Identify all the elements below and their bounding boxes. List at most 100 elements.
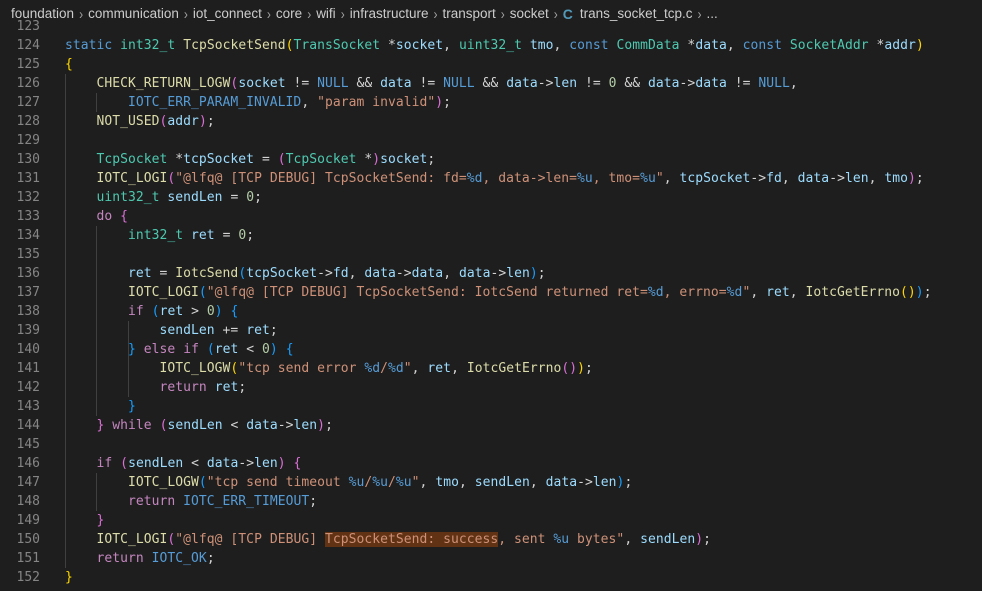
code-line[interactable]: 128 NOT_USED(addr);	[0, 112, 982, 131]
code-text: {	[65, 55, 73, 74]
code-line[interactable]: 134 int32_t ret = 0;	[0, 226, 982, 245]
code-line[interactable]: 130 TcpSocket *tcpSocket = (TcpSocket *)…	[0, 150, 982, 169]
token: sendLen	[167, 190, 223, 205]
token: IOTC_ERR_PARAM_INVALID	[128, 95, 302, 110]
code-line[interactable]: 123	[0, 17, 982, 36]
line-number: 129	[16, 133, 40, 148]
token: =	[254, 152, 278, 167]
code-text: IOTC_LOGI("@lfq@ [TCP DEBUG] TcpSocketSe…	[65, 169, 924, 188]
code-text: } while (sendLen < data->len);	[65, 416, 333, 435]
code-line[interactable]: 136 ret = IotcSend(tcpSocket->fd, data->…	[0, 264, 982, 283]
code-line[interactable]: 150 IOTC_LOGI("@lfq@ [TCP DEBUG] TcpSock…	[0, 530, 982, 549]
line-number: 133	[16, 209, 40, 224]
token: , sent	[498, 532, 554, 547]
code-line[interactable]: 127 IOTC_ERR_PARAM_INVALID, "param inval…	[0, 93, 982, 112]
line-number: 150	[16, 532, 40, 547]
code-line[interactable]: 141 IOTC_LOGW("tcp send error %d/%d", re…	[0, 359, 982, 378]
code-text: CHECK_RETURN_LOGW(socket != NULL && data…	[65, 74, 798, 93]
code-line[interactable]: 138 if (ret > 0) {	[0, 302, 982, 321]
code-line[interactable]: 125 {	[0, 55, 982, 74]
code-text: }	[65, 511, 105, 530]
token: ;	[309, 494, 318, 509]
token: 0	[206, 304, 215, 319]
code-editor[interactable]: 123 124 static int32_t TcpSocketSend(Trans…	[0, 17, 982, 591]
token: ,	[529, 475, 546, 490]
token: %d	[647, 285, 664, 300]
token: &&	[348, 76, 381, 91]
line-number: 132	[16, 190, 40, 205]
token: tmo	[884, 171, 908, 186]
token: ret	[128, 266, 152, 281]
token: ,	[624, 532, 641, 547]
token: data	[246, 418, 278, 433]
code-line[interactable]: 126 CHECK_RETURN_LOGW(socket != NULL && …	[0, 74, 982, 93]
line-number: 148	[16, 494, 40, 509]
code-line[interactable]: 139 sendLen += ret;	[0, 321, 982, 340]
token: ;	[206, 551, 215, 566]
token: ->	[829, 171, 845, 186]
token: !=	[726, 76, 759, 91]
token: if	[96, 456, 113, 471]
code-line[interactable]: 142 return ret;	[0, 378, 982, 397]
code-line[interactable]: 131 IOTC_LOGI("@lfq@ [TCP DEBUG] TcpSock…	[0, 169, 982, 188]
token: data	[380, 76, 412, 91]
code-line[interactable]: 151 return IOTC_OK;	[0, 549, 982, 568]
code-line[interactable]: 145	[0, 435, 982, 454]
token: len	[553, 76, 578, 91]
code-text: TcpSocket *tcpSocket = (TcpSocket *)sock…	[65, 150, 436, 169]
code-line[interactable]: 129	[0, 131, 982, 150]
code-line[interactable]: 149 }	[0, 511, 982, 530]
code-line[interactable]: 148 return IOTC_ERR_TIMEOUT;	[0, 492, 982, 511]
token: TcpSocket	[96, 152, 168, 167]
token: bytes"	[569, 532, 625, 547]
token: len	[254, 456, 278, 471]
token: ,	[789, 76, 798, 91]
token: data	[695, 76, 727, 91]
token: {	[285, 342, 294, 357]
code-line[interactable]: 146 if (sendLen < data->len) {	[0, 454, 982, 473]
code-line[interactable]: 144 } while (sendLen < data->len);	[0, 416, 982, 435]
token: %d	[388, 361, 404, 376]
line-number: 140	[16, 342, 40, 357]
code-line[interactable]: 137 IOTC_LOGI("@lfq@ [TCP DEBUG] TcpSock…	[0, 283, 982, 302]
code-text: return ret;	[65, 378, 247, 397]
code-line[interactable]: 147 IOTC_LOGW("tcp send timeout %u/%u/%u…	[0, 473, 982, 492]
token: =	[214, 228, 239, 243]
indent-guide	[127, 321, 129, 397]
indent-guide	[96, 473, 98, 511]
code-line[interactable]: 135	[0, 245, 982, 264]
code-line[interactable]: 152}	[0, 568, 982, 587]
line-number: 141	[16, 361, 40, 376]
code-line[interactable]: 140 } else if (ret < 0) {	[0, 340, 982, 359]
code-line[interactable]: 132 uint32_t sendLen = 0;	[0, 188, 982, 207]
token: }	[128, 399, 136, 414]
token: <	[222, 418, 247, 433]
token: CommData	[616, 38, 680, 53]
token: ;	[585, 361, 593, 376]
token: "	[411, 475, 420, 490]
token: CHECK_RETURN_LOGW	[96, 76, 231, 91]
token: sendLen	[640, 532, 696, 547]
token: data	[695, 38, 727, 53]
code-line[interactable]: 143 }	[0, 397, 982, 416]
token: sendLen	[167, 418, 223, 433]
token: data	[411, 266, 444, 281]
code-text: IOTC_LOGI("@lfq@ [TCP DEBUG] TcpSocketSe…	[65, 283, 932, 302]
token: (	[198, 475, 207, 490]
code-line[interactable]: 124 static int32_t TcpSocketSend(TransSoc…	[0, 36, 982, 55]
token: NULL	[317, 76, 349, 91]
token: )	[915, 285, 924, 300]
token: len	[592, 475, 617, 490]
code-line[interactable]: 133 do {	[0, 207, 982, 226]
line-number: 146	[16, 456, 40, 471]
